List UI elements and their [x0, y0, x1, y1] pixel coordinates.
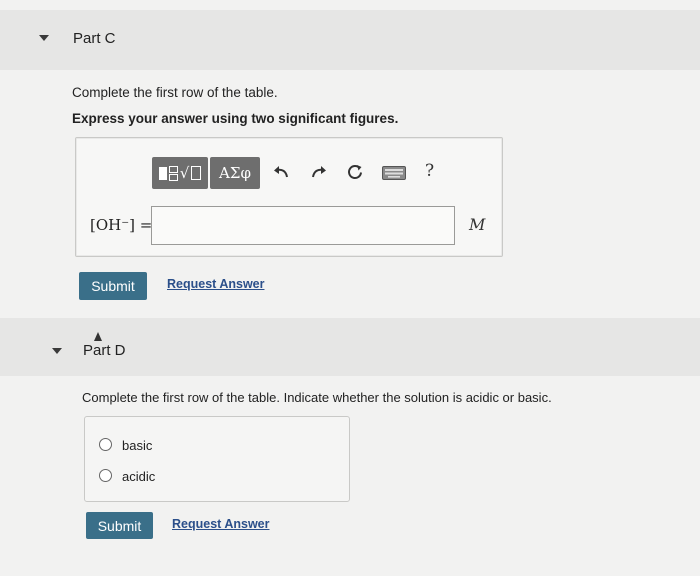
help-icon[interactable]: ?	[425, 161, 434, 181]
part-c-emphasis: Express your answer using two significan…	[72, 111, 399, 126]
part-d-request-answer-link[interactable]: Request Answer	[172, 517, 269, 531]
acidic-radio[interactable]	[99, 469, 112, 482]
part-c-collapse-caret-icon[interactable]	[39, 35, 49, 41]
basic-radio[interactable]	[99, 438, 112, 451]
part-c-title: Part C	[73, 30, 116, 47]
undo-arrow-icon[interactable]	[272, 164, 290, 180]
part-d-title: Part D	[83, 342, 126, 359]
basic-option-label[interactable]: basic	[122, 438, 152, 453]
redo-arrow-icon[interactable]	[310, 164, 328, 180]
part-d-submit-button[interactable]: Submit	[86, 512, 153, 539]
part-c-submit-button[interactable]: Submit	[79, 272, 147, 300]
acidic-option-label[interactable]: acidic	[122, 469, 155, 484]
fraction-sqrt-template-icon: √	[158, 164, 202, 182]
keyboard-icon[interactable]	[382, 166, 406, 180]
unit-label: M	[469, 215, 486, 234]
mouse-pointer-icon	[94, 332, 102, 341]
part-d-collapse-caret-icon[interactable]	[52, 348, 62, 354]
oh-concentration-input[interactable]	[151, 206, 455, 245]
part-d-instruction: Complete the first row of the table. Ind…	[82, 390, 552, 405]
symbols-button[interactable]: ΑΣφ	[210, 157, 260, 189]
oh-concentration-label: [OH⁻] =	[90, 216, 153, 234]
reset-icon[interactable]	[346, 163, 364, 181]
part-c-instruction: Complete the first row of the table.	[72, 85, 278, 100]
templates-button[interactable]: √	[152, 157, 208, 189]
part-c-request-answer-link[interactable]: Request Answer	[167, 277, 264, 291]
choice-box	[84, 416, 350, 502]
